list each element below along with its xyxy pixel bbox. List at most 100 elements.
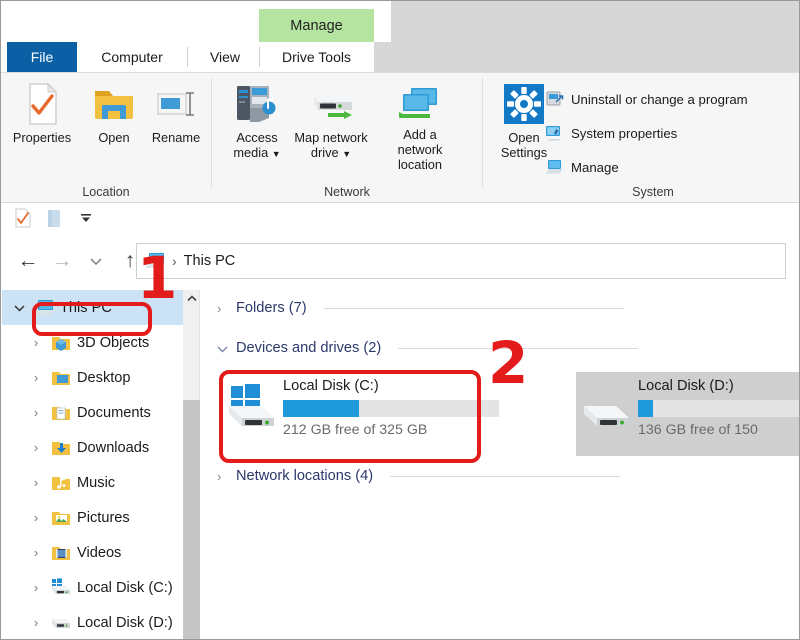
sidebar-item-downloads[interactable]: › Downloads: [2, 430, 183, 465]
chevron-right-icon[interactable]: ›: [217, 301, 229, 316]
section-rule: [390, 475, 621, 477]
sidebar-item-local-disk-c[interactable]: › Local Disk (C:): [2, 570, 183, 605]
map-network-drive-icon: [306, 80, 356, 128]
navigation-pane-scrollbar[interactable]: [183, 290, 200, 639]
chevron-right-icon[interactable]: ›: [27, 511, 45, 524]
section-header-network-locations[interactable]: › Network locations (4): [217, 468, 621, 484]
tab-view-label: View: [209, 49, 241, 65]
tab-divider-2: [259, 47, 260, 67]
annotation-number-1: 1: [137, 244, 178, 312]
address-input[interactable]: › This PC: [136, 243, 786, 279]
chevron-right-icon[interactable]: ›: [27, 336, 45, 349]
chevron-right-icon[interactable]: ›: [27, 441, 45, 454]
sidebar-item-pictures[interactable]: › Pictures: [2, 500, 183, 535]
chevron-down-icon[interactable]: [217, 341, 229, 356]
forward-button[interactable]: →: [45, 245, 79, 277]
customize-dropdown-icon[interactable]: [75, 207, 97, 229]
sidebar-item-videos[interactable]: › Videos: [2, 535, 183, 570]
add-network-location-button[interactable]: Add a network location: [387, 80, 453, 172]
sidebar-item-3d-objects[interactable]: › 3D Objects: [2, 325, 183, 360]
rename-button[interactable]: Rename: [143, 80, 209, 172]
properties-button[interactable]: Properties: [9, 80, 75, 172]
breadcrumb-this-pc[interactable]: This PC: [184, 253, 236, 269]
sidebar-label: Local Disk (D:): [77, 614, 173, 631]
chevron-right-icon[interactable]: ›: [27, 546, 45, 559]
sidebar-label: Documents: [77, 404, 151, 421]
drive-name: Local Disk (C:): [283, 378, 379, 394]
chevron-right-icon[interactable]: ›: [217, 469, 229, 484]
drive-tile-local-disk-d[interactable]: Local Disk (D:) 136 GB free of 150: [576, 372, 799, 456]
access-media-icon: [234, 80, 280, 128]
tab-view[interactable]: View: [191, 42, 259, 72]
map-network-drive-label: Map network drive ▼: [292, 130, 370, 162]
documents-folder-icon: [50, 402, 72, 423]
sidebar-label: 3D Objects: [77, 334, 150, 351]
contextual-tab-label: Manage: [290, 17, 343, 34]
group-label-network: Network: [324, 185, 370, 199]
properties-label: Properties: [12, 130, 72, 145]
tab-bar-background: [371, 42, 799, 72]
sidebar-label: Pictures: [77, 509, 130, 526]
system-properties-icon: [545, 124, 564, 143]
sidebar-item-desktop[interactable]: › Desktop: [2, 360, 183, 395]
chevron-right-icon[interactable]: ›: [27, 371, 45, 384]
manage-label: Manage: [571, 159, 619, 175]
tab-file[interactable]: File: [7, 42, 77, 72]
contextual-tab-manage[interactable]: Manage: [259, 9, 374, 42]
map-network-drive-button[interactable]: Map network drive ▼: [294, 80, 368, 172]
system-properties-command[interactable]: System properties: [545, 122, 677, 144]
recent-locations-button[interactable]: [79, 245, 113, 277]
section-rule: [323, 307, 624, 309]
desktop-folder-icon: [50, 367, 72, 388]
scrollbar-thumb[interactable]: [183, 400, 200, 639]
navigation-pane[interactable]: This PC › 3D Objects › Desktop › Documen…: [2, 290, 183, 639]
ribbon-tab-bar: File Computer View Drive Tools: [1, 42, 799, 72]
system-properties-label: System properties: [571, 125, 678, 141]
uninstall-program-label: Uninstall or change a program: [571, 91, 748, 107]
access-media-label: Access media ▼: [218, 130, 296, 162]
open-folder-icon: [93, 80, 135, 128]
tab-drive-tools[interactable]: Drive Tools: [259, 42, 374, 72]
new-folder-small-icon[interactable]: [43, 207, 65, 229]
drive-usage-fill: [638, 400, 654, 417]
section-header-devices-and-drives[interactable]: Devices and drives (2): [217, 340, 639, 356]
section-header-folders[interactable]: › Folders (7): [217, 300, 624, 316]
chevron-right-icon[interactable]: ›: [27, 581, 45, 594]
chevron-right-icon[interactable]: ›: [27, 406, 45, 419]
windows-drive-icon: [50, 577, 72, 598]
tab-drive-tools-label: Drive Tools: [282, 49, 351, 65]
annotation-number-2: 2: [488, 329, 529, 397]
videos-folder-icon: [50, 542, 72, 563]
title-bar-background-fill: [391, 1, 799, 42]
chevron-right-icon[interactable]: ›: [27, 616, 45, 629]
sidebar-label: Videos: [77, 544, 122, 561]
sidebar-label: Downloads: [77, 439, 150, 456]
drive-free-space: 212 GB free of 325 GB: [283, 422, 428, 438]
manage-command[interactable]: Manage: [545, 156, 619, 178]
sidebar-item-music[interactable]: › Music: [2, 465, 183, 500]
downloads-folder-icon: [50, 437, 72, 458]
drive-free-space: 136 GB free of 150: [638, 422, 758, 438]
back-button[interactable]: ←: [11, 245, 45, 277]
uninstall-program-command[interactable]: Uninstall or change a program: [545, 88, 748, 110]
sidebar-label: Local Disk (C:): [77, 579, 173, 596]
tab-computer[interactable]: Computer: [77, 42, 187, 72]
add-network-location-icon: [397, 80, 443, 125]
chevron-down-icon[interactable]: [10, 301, 28, 314]
access-media-button[interactable]: Access media ▼: [224, 80, 290, 172]
drive-tile-local-disk-c[interactable]: Local Disk (C:) 212 GB free of 325 GB: [221, 372, 503, 456]
pictures-folder-icon: [50, 507, 72, 528]
sidebar-item-documents[interactable]: › Documents: [2, 395, 183, 430]
chevron-right-icon[interactable]: ›: [27, 476, 45, 489]
add-network-location-label: Add a network location: [397, 127, 443, 172]
windows-drive-icon: [221, 372, 283, 434]
sidebar-item-local-disk-d[interactable]: › Local Disk (D:): [2, 605, 183, 639]
ribbon-group-network: Access media ▼ Map network drive ▼ Add a…: [212, 72, 482, 203]
properties-small-icon[interactable]: [11, 207, 33, 229]
tab-divider: [187, 47, 188, 67]
scroll-up-arrow-icon[interactable]: [183, 290, 200, 307]
section-label: Folders (7): [236, 300, 307, 316]
music-folder-icon: [50, 472, 72, 493]
open-button[interactable]: Open: [81, 80, 147, 172]
drive-usage-fill: [283, 400, 359, 417]
